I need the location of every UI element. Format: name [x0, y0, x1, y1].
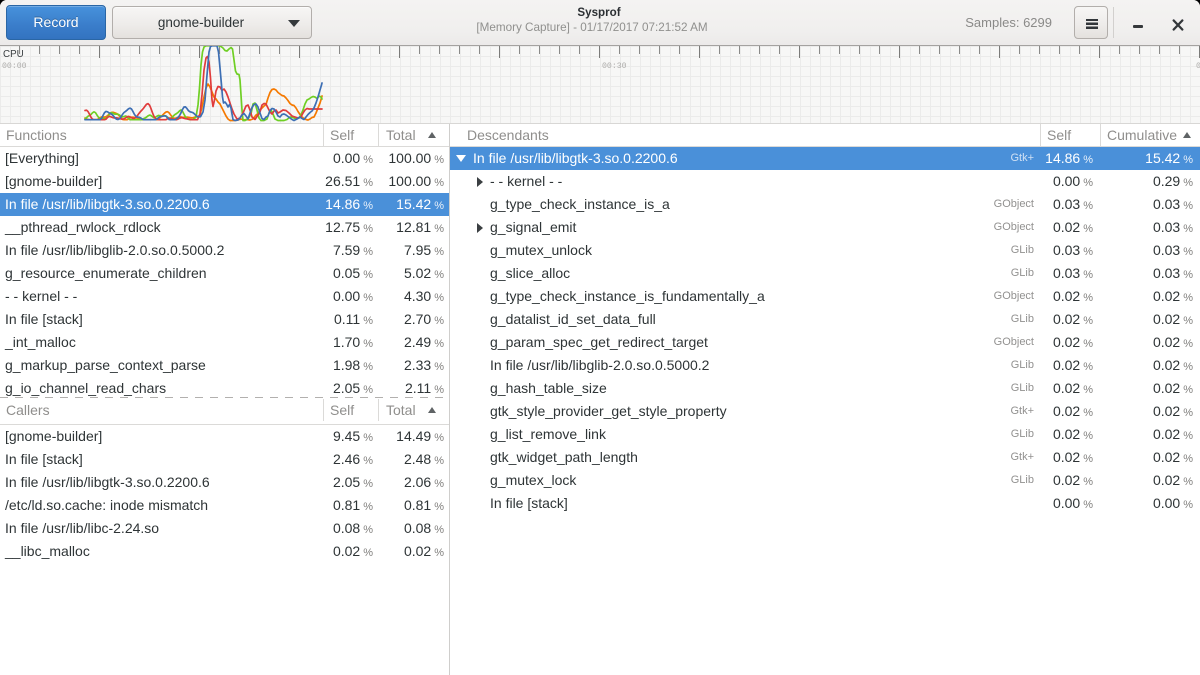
svg-text:CPU: CPU — [3, 49, 24, 60]
svg-text:01:00: 01:00 — [1196, 62, 1200, 71]
svg-text:00:00: 00:00 — [2, 62, 27, 71]
svg-text:00:30: 00:30 — [602, 62, 627, 71]
